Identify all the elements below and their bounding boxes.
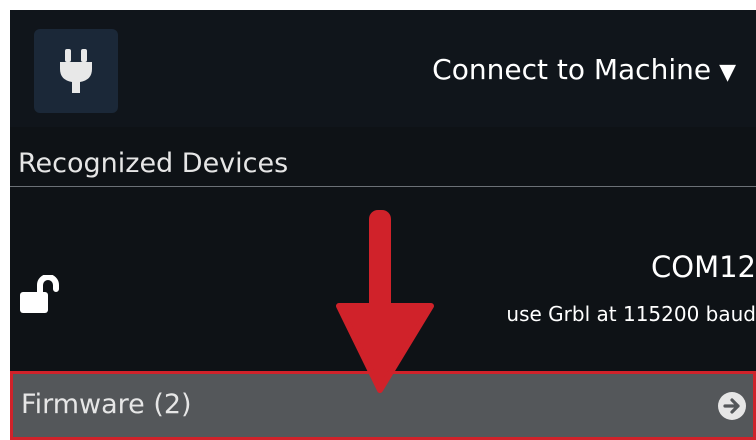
connection-panel: Connect to Machine ▼ Recognized Devices C… [10, 10, 756, 440]
device-description: use Grbl at 115200 baud [506, 302, 756, 326]
caret-down-icon: ▼ [719, 60, 736, 85]
connect-to-machine-button[interactable]: Connect to Machine ▼ [432, 52, 736, 91]
firmware-label: Firmware (2) [21, 389, 192, 420]
plug-button[interactable] [34, 29, 118, 113]
red-arrow-down-icon [336, 210, 434, 393]
unlock-icon [20, 275, 59, 313]
arrow-circle-right-icon[interactable] [717, 391, 747, 421]
device-port: COM12 [651, 250, 756, 284]
connect-label: Connect to Machine [432, 53, 712, 86]
recognized-devices-heading: Recognized Devices [18, 148, 289, 179]
panel-header: Connect to Machine ▼ [10, 10, 756, 127]
plug-icon [60, 49, 92, 93]
